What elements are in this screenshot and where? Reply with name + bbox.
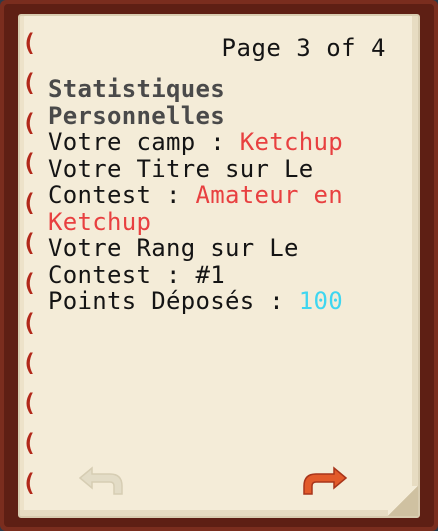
titre-label-line2: Contest : xyxy=(48,181,196,209)
titre-value-part1: Amateur en xyxy=(195,181,343,209)
ring-icon: ( xyxy=(22,109,37,137)
camp-value: Ketchup xyxy=(239,128,343,156)
points-label: Points Déposés : xyxy=(48,287,299,315)
ring-icon: ( xyxy=(22,229,37,257)
binding-rings: ( ( ( ( ( ( ( ( ( ( ( ( xyxy=(22,29,42,502)
page-corner xyxy=(388,486,418,516)
titre-line: Contest : Amateur en xyxy=(48,182,398,209)
ring-icon: ( xyxy=(22,429,37,457)
titre-value-part2: Ketchup xyxy=(48,207,152,236)
page-content: Statistiques Personnelles Votre camp : K… xyxy=(48,76,398,315)
ring-icon: ( xyxy=(22,349,37,377)
points-value: 100 xyxy=(298,287,343,315)
ring-icon: ( xyxy=(22,309,37,337)
page-indicator: Page 3 of 4 xyxy=(221,34,386,62)
camp-label: Votre camp : xyxy=(48,128,240,156)
previous-page-button[interactable] xyxy=(74,464,128,500)
ring-icon: ( xyxy=(22,269,37,297)
ring-icon: ( xyxy=(22,189,37,217)
book-frame: ( ( ( ( ( ( ( ( ( ( ( ( Page 3 of 4 Stat… xyxy=(0,0,438,531)
points-line: Points Déposés : 100 xyxy=(48,288,398,315)
ring-icon: ( xyxy=(22,29,37,57)
ring-icon: ( xyxy=(22,469,37,497)
stats-title-line1: Statistiques xyxy=(48,75,225,103)
titre-label-line1: Votre Titre sur Le xyxy=(48,154,314,183)
stats-title-line2: Personnelles xyxy=(48,101,225,130)
next-page-button[interactable] xyxy=(298,464,352,500)
ring-icon: ( xyxy=(22,69,37,97)
ring-icon: ( xyxy=(22,389,37,417)
camp-line: Votre camp : Ketchup xyxy=(48,129,398,156)
arrow-back-icon xyxy=(78,466,123,495)
arrow-forward-icon xyxy=(303,466,348,495)
rang-line2: Contest : #1 xyxy=(48,260,225,289)
rang-line1: Votre Rang sur Le xyxy=(48,234,299,262)
ring-icon: ( xyxy=(22,149,37,177)
